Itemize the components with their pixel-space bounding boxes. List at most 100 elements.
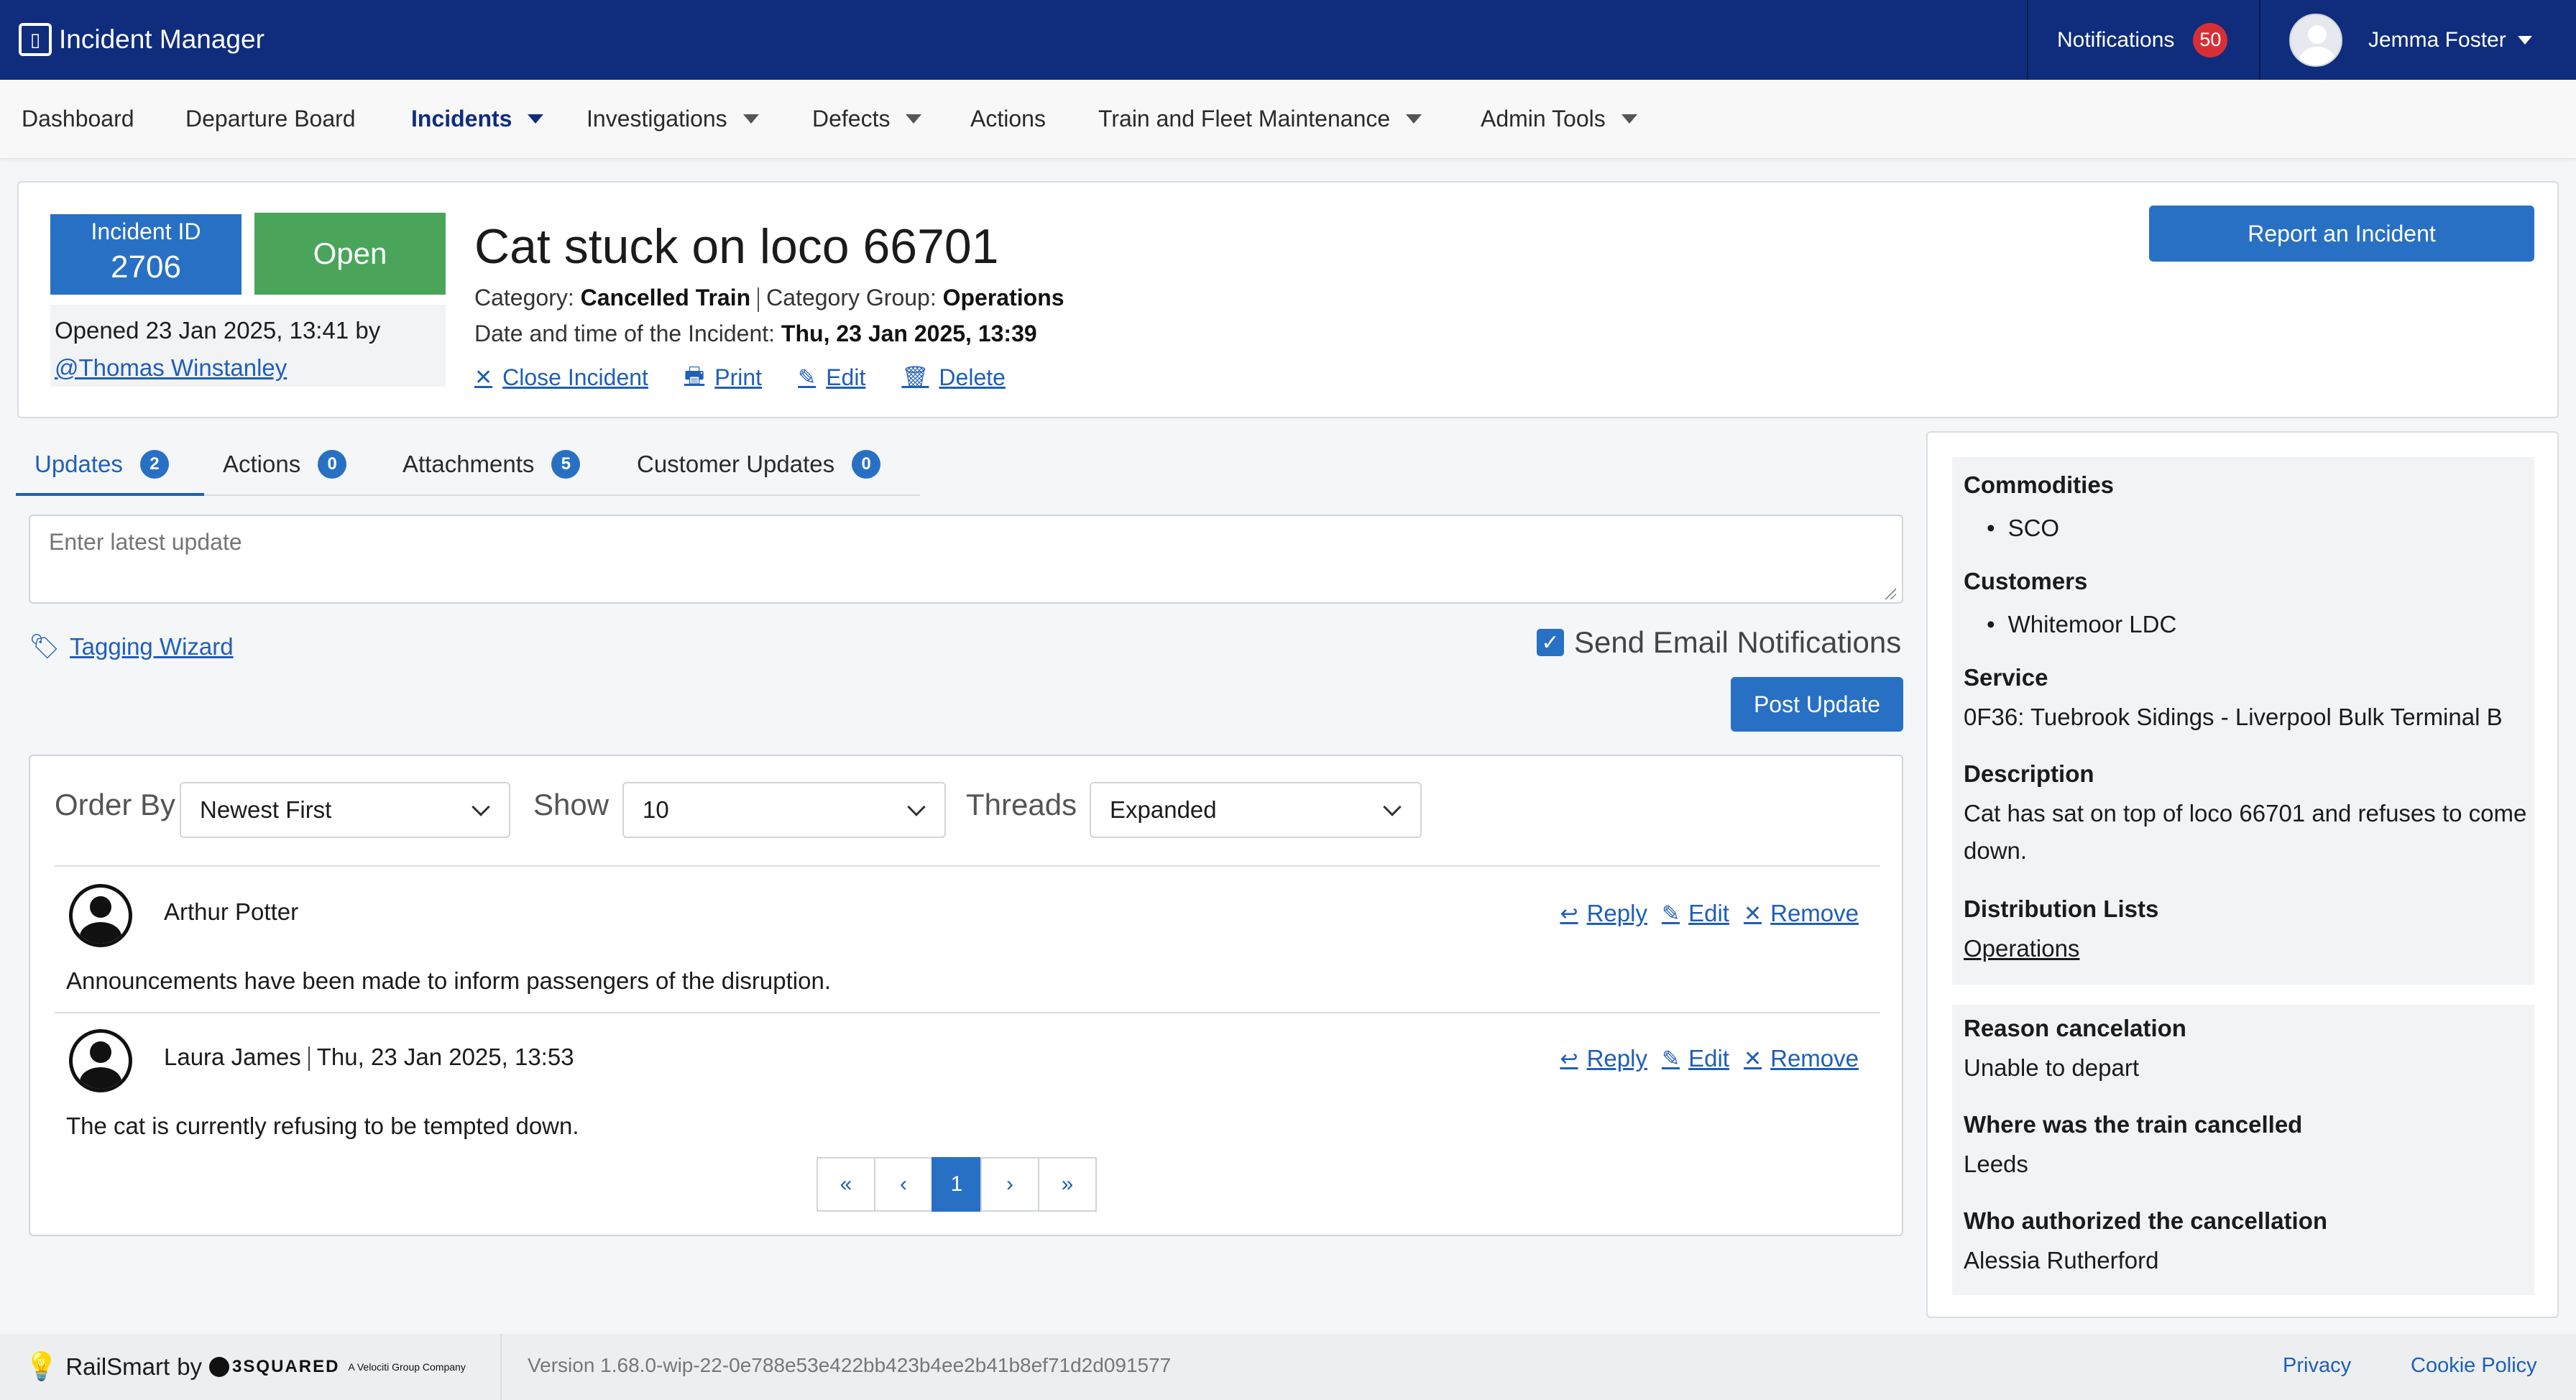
datetime-value: Thu, 23 Jan 2025, 13:39 [781, 321, 1037, 346]
page-1-button[interactable]: 1 [932, 1157, 982, 1212]
order-by-select[interactable]: Newest First [180, 782, 510, 838]
opened-info: Opened 23 Jan 2025, 13:41 by @Thomas Win… [50, 305, 446, 387]
nav-label: Investigations [586, 106, 727, 132]
reply-link[interactable]: ↩ Reply [1560, 1045, 1647, 1072]
remove-update-link[interactable]: ✕ Remove [1744, 900, 1859, 927]
logo-dot [209, 1357, 230, 1377]
nav-label: Actions [970, 106, 1046, 132]
commodities-label: Commodities [1964, 471, 2115, 498]
by-text: by [177, 1353, 203, 1380]
main-nav: Dashboard Departure Board Incidents Inve… [0, 80, 2576, 159]
footer: 💡 RailSmart by 3SQUARED A Velociti Group… [0, 1334, 2576, 1400]
pencil-icon: ✎ [1661, 1046, 1680, 1071]
incident-id-box: Incident ID 2706 [50, 214, 242, 295]
order-by-label: Order By [55, 788, 176, 821]
opened-text: Opened 23 Jan 2025, 13:41 by [55, 317, 381, 344]
latest-update-input[interactable] [29, 515, 1903, 604]
app-brand[interactable]: ▯ Incident Manager [19, 22, 264, 57]
tab-label: Updates [34, 451, 123, 477]
where-cancelled-value: Leeds [1964, 1151, 2028, 1177]
edit-link[interactable]: ✎ Edit [798, 359, 865, 396]
chevron-down-icon [1383, 798, 1402, 816]
pencil-icon: ✎ [1661, 901, 1680, 926]
edit-update-link[interactable]: ✎ Edit [1662, 1045, 1729, 1072]
nav-train-fleet-maintenance[interactable]: Train and Fleet Maintenance [1098, 106, 1422, 132]
reply-icon: ↩ [1560, 1046, 1578, 1071]
details-block: Commodities SCO Customers Whitemoor LDC … [1952, 457, 2534, 985]
tab-actions[interactable]: Actions 0 [223, 450, 347, 479]
description-value: Cat has sat on top of loco 66701 and ref… [1964, 800, 2527, 864]
nav-actions[interactable]: Actions [970, 106, 1046, 132]
edit-update-link[interactable]: ✎ Edit [1662, 900, 1729, 927]
divider [55, 1012, 1880, 1013]
tab-attachments[interactable]: Attachments 5 [402, 450, 581, 479]
delete-link[interactable]: 🗑 Delete [901, 359, 1006, 396]
close-icon: ✕ [1743, 901, 1762, 926]
first-page-button[interactable]: « [816, 1157, 875, 1212]
nav-departure-board[interactable]: Departure Board [185, 106, 356, 132]
nav-label: Dashboard [22, 106, 134, 132]
send-email-label: Send Email Notifications [1574, 625, 1902, 659]
show-select[interactable]: 10 [622, 782, 946, 838]
tagging-wizard-link[interactable]: Tagging Wizard [70, 633, 233, 660]
update-author: Laura James Thu, 23 Jan 2025, 13:53 [164, 1044, 574, 1072]
tab-customer-updates[interactable]: Customer Updates 0 [637, 450, 881, 479]
railsmart-brand: RailSmart [65, 1353, 170, 1380]
distribution-list-link[interactable]: Operations [1964, 930, 2079, 967]
resize-handle[interactable] [1885, 588, 1896, 599]
customer-item: Whitemoor LDC [1987, 611, 2177, 638]
checkbox-checked-icon[interactable]: ✓ [1537, 629, 1564, 656]
reply-link[interactable]: ↩ Reply [1560, 900, 1647, 927]
edit-label: Edit [826, 364, 866, 390]
threads-select[interactable]: Expanded [1090, 782, 1422, 838]
commodity-item: SCO [1987, 515, 2060, 542]
opened-by-link[interactable]: @Thomas Winstanley [55, 349, 441, 387]
app-title: Incident Manager [59, 24, 264, 54]
tab-updates[interactable]: Updates 2 [34, 450, 169, 479]
list-item: Arthur Potter ↩ Reply ✎ Edit ✕ Remove Annou… [55, 884, 1880, 1013]
clipboard-icon: ▯ [19, 23, 52, 56]
where-cancelled-label: Where was the train cancelled [1964, 1111, 2303, 1138]
distribution-lists-label: Distribution Lists [1964, 895, 2159, 922]
incident-header: Incident ID 2706 Open Opened 23 Jan 2025… [17, 181, 2559, 418]
chevron-down-icon [907, 798, 926, 816]
cancellation-block: Reason cancelation Unable to depart Wher… [1952, 1005, 2534, 1295]
notifications-button[interactable]: Notifications 50 [2027, 0, 2260, 80]
next-page-button[interactable]: › [980, 1157, 1039, 1212]
notifications-count-badge: 50 [2193, 22, 2228, 57]
post-update-button[interactable]: Post Update [1731, 677, 1903, 732]
print-link[interactable]: 🖶 Print [684, 359, 762, 396]
remove-update-link[interactable]: ✕ Remove [1744, 1045, 1859, 1072]
nav-investigations[interactable]: Investigations [586, 106, 759, 132]
update-actions: ↩ Reply ✎ Edit ✕ Remove [1545, 900, 1859, 927]
chevron-down-icon [472, 798, 490, 816]
author-name: Laura James [164, 1044, 301, 1070]
cookie-policy-link[interactable]: Cookie Policy [2411, 1354, 2537, 1378]
incident-id: 2706 [111, 249, 181, 285]
category-group-label: Category Group: [766, 285, 937, 310]
category-value: Cancelled Train [580, 285, 751, 310]
last-page-button[interactable]: » [1038, 1157, 1097, 1212]
nav-dashboard[interactable]: Dashboard [22, 106, 134, 132]
user-avatar-icon [69, 1029, 132, 1092]
prev-page-button[interactable]: ‹ [874, 1157, 933, 1212]
caret-down-icon [1406, 114, 1422, 124]
author-name: Arthur Potter [164, 898, 299, 925]
chevron-down-icon [2517, 35, 2532, 45]
reply-label: Reply [1586, 1045, 1647, 1072]
close-incident-link[interactable]: ✕ Close Incident [474, 359, 648, 396]
privacy-link[interactable]: Privacy [2283, 1354, 2351, 1378]
show-value: 10 [643, 796, 669, 823]
report-incident-button[interactable]: Report an Incident [2149, 206, 2534, 262]
avatar [2289, 13, 2342, 67]
caret-down-icon [1621, 114, 1637, 124]
nav-defects[interactable]: Defects [812, 106, 922, 132]
reply-icon: ↩ [1560, 901, 1578, 926]
send-email-notifications[interactable]: ✓ Send Email Notifications [1537, 625, 1901, 660]
user-menu[interactable]: Jemma Foster [2289, 0, 2532, 80]
nav-label: Train and Fleet Maintenance [1098, 106, 1391, 132]
nav-incidents[interactable]: Incidents [411, 106, 544, 132]
tag-icon: 🏷 [29, 633, 60, 660]
nav-admin-tools[interactable]: Admin Tools [1481, 106, 1637, 132]
category-label: Category: [474, 285, 574, 310]
